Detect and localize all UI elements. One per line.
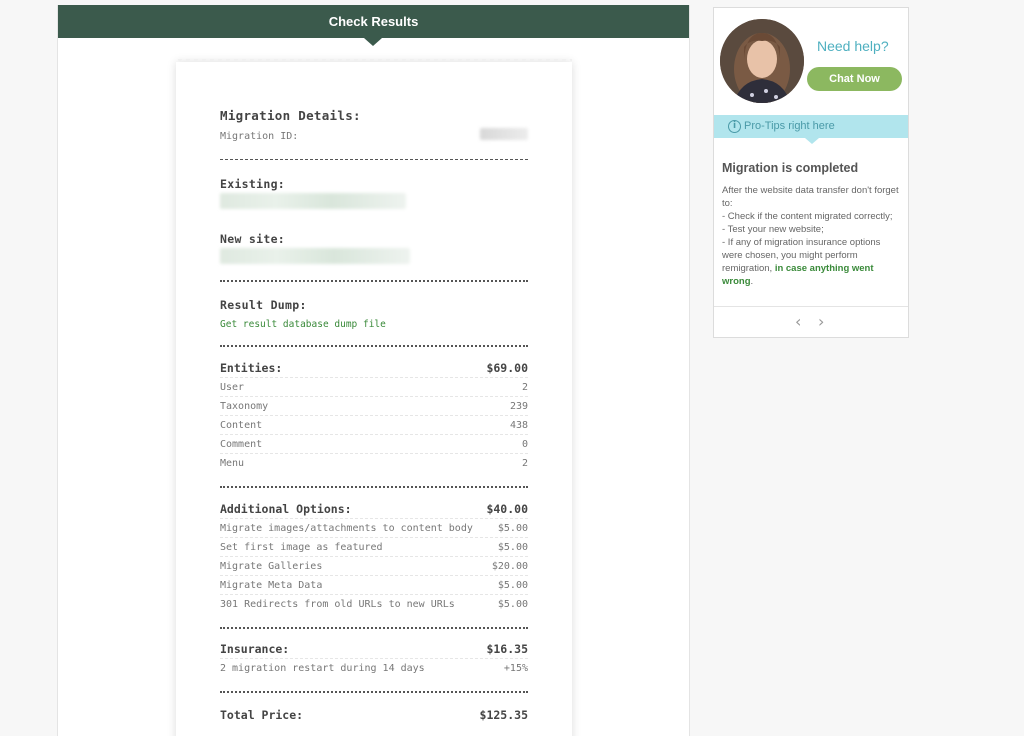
row-value: $5.00 — [497, 599, 528, 610]
row-value: $5.00 — [497, 579, 528, 591]
tip-line: After the website data transfer don't fo… — [722, 185, 899, 209]
tip-end: . — [750, 276, 754, 287]
row-label: User — [220, 381, 245, 393]
new-site-url[interactable] — [220, 248, 410, 264]
total-label: Total Price: — [220, 707, 304, 722]
entities-total: $69.00 — [486, 361, 528, 375]
need-help-text: Need help? — [817, 38, 889, 54]
table-row: Comment 0 — [220, 435, 528, 454]
row-value: $5.00 — [497, 541, 528, 553]
divider — [220, 280, 528, 282]
tip-line: - Check if the content migrated correctl… — [722, 211, 893, 222]
table-row: Set first image as featured $5.00 — [220, 538, 528, 557]
table-row: Content 438 — [220, 416, 528, 435]
chat-now-button[interactable]: Chat Now — [807, 67, 902, 91]
insurance-total: $16.35 — [486, 642, 528, 656]
table-row: Migrate Meta Data $5.00 — [220, 576, 528, 595]
additional-title: Additional Options: — [220, 502, 352, 516]
tips-pointer — [805, 138, 819, 144]
row-value: 2 — [521, 458, 528, 469]
additional-total: $40.00 — [486, 502, 528, 516]
tip-line: - Test your new website; — [722, 224, 824, 235]
row-label: 2 migration restart during 14 days — [220, 663, 425, 674]
table-row: 2 migration restart during 14 days +15% — [220, 659, 528, 678]
row-label: Set first image as featured — [220, 541, 383, 553]
pro-tips-label: Pro-Tips right here — [744, 120, 835, 132]
existing-label: Existing: — [220, 177, 286, 191]
divider — [714, 306, 908, 307]
chevron-right-icon[interactable]: › — [818, 312, 824, 331]
main-panel: Check Results Migration Details: Migrati… — [57, 5, 690, 736]
row-label: 301 Redirects from old URLs to new URLs — [220, 599, 455, 610]
row-value: 239 — [509, 400, 528, 412]
divider — [220, 486, 528, 488]
insurance-title: Insurance: — [220, 642, 290, 656]
divider — [220, 345, 528, 347]
avatar — [720, 19, 804, 103]
migration-id-value — [480, 128, 528, 140]
chevron-left-icon[interactable]: ‹ — [795, 312, 801, 331]
table-row: User 2 — [220, 378, 528, 397]
row-label: Menu — [220, 458, 245, 469]
tip-line-last: - If any of migration insurance options … — [722, 236, 902, 288]
result-dump-link[interactable]: Get result database dump file — [220, 319, 528, 330]
divider — [220, 159, 528, 160]
row-label: Migrate images/attachments to content bo… — [220, 522, 473, 534]
pro-tips-bar: i Pro-Tips right here — [714, 115, 908, 138]
table-row: Migrate images/attachments to content bo… — [220, 519, 528, 538]
entities-header: Entities: $69.00 — [220, 359, 528, 378]
additional-header: Additional Options: $40.00 — [220, 500, 528, 519]
row-value: $20.00 — [491, 560, 528, 572]
info-icon: i — [728, 120, 741, 133]
entities-title: Entities: — [220, 361, 283, 375]
row-label: Content — [220, 419, 263, 431]
row-value: $5.00 — [497, 522, 528, 534]
table-row: Migrate Galleries $20.00 — [220, 557, 528, 576]
new-site-label: New site: — [220, 232, 286, 246]
row-value: 2 — [521, 381, 528, 393]
table-row: Menu 2 — [220, 454, 528, 473]
row-value: 438 — [509, 419, 528, 431]
tip-title: Migration is completed — [722, 161, 859, 175]
table-row: Taxonomy 239 — [220, 397, 528, 416]
page-title: Check Results — [58, 5, 689, 38]
row-label: Taxonomy — [220, 400, 269, 412]
total-value: $125.35 — [479, 707, 528, 722]
table-row: 301 Redirects from old URLs to new URLs $… — [220, 595, 528, 614]
insurance-header: Insurance: $16.35 — [220, 640, 528, 659]
divider — [220, 627, 528, 629]
row-value: +15% — [503, 663, 528, 674]
help-panel: Need help? Chat Now i Pro-Tips right her… — [713, 7, 909, 338]
receipt-edge — [176, 59, 572, 63]
total-row: Total Price: $125.35 — [220, 705, 528, 724]
migration-details-title: Migration Details: — [220, 108, 361, 123]
row-value: 0 — [521, 438, 528, 450]
row-label: Comment — [220, 438, 263, 450]
row-label: Migrate Galleries — [220, 560, 323, 572]
tip-body: After the website data transfer don't fo… — [722, 184, 902, 288]
result-dump-label: Result Dump: — [220, 298, 307, 312]
row-label: Migrate Meta Data — [220, 579, 323, 591]
receipt: Migration Details: Migration ID: Existin… — [176, 59, 572, 736]
header-pointer — [364, 38, 382, 46]
divider — [220, 691, 528, 693]
existing-url[interactable] — [220, 193, 406, 209]
